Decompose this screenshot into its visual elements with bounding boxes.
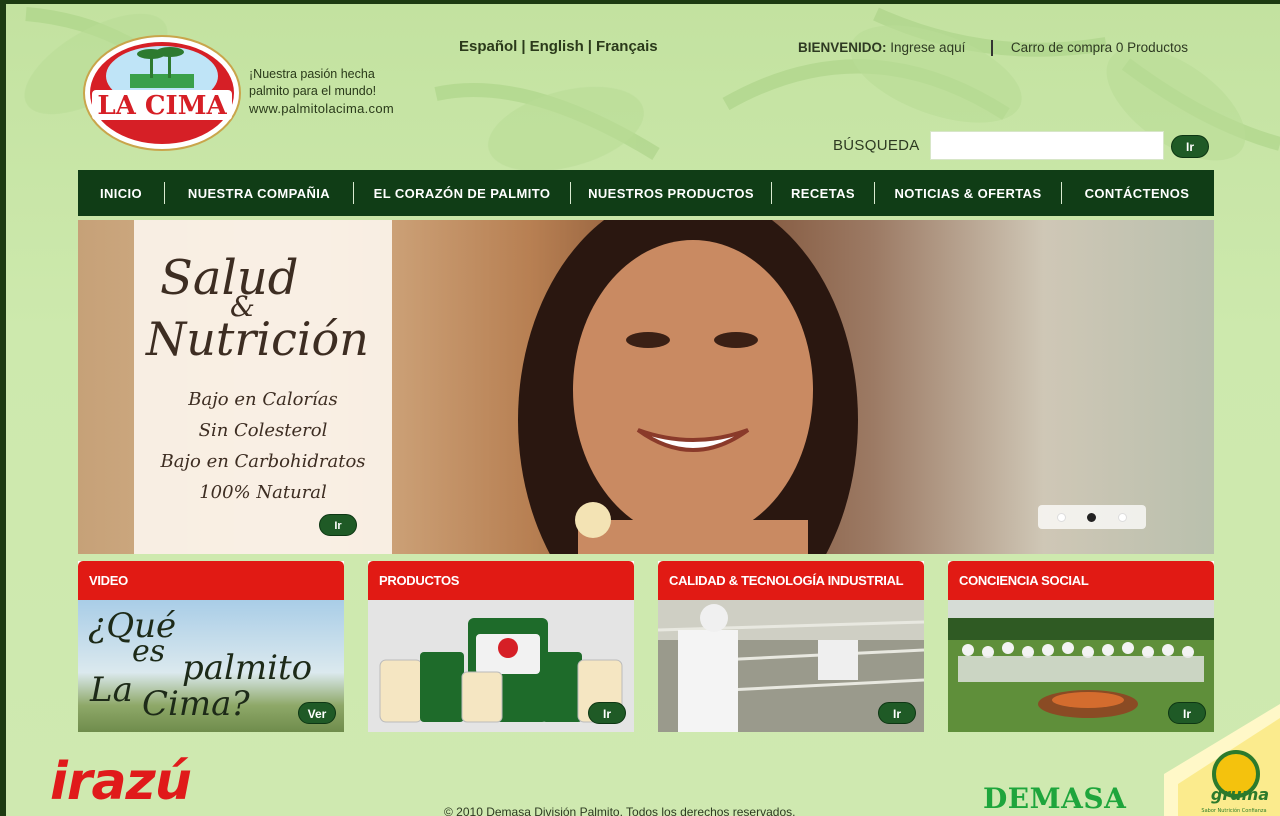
video-text-la: La [90,670,133,710]
gruma-wordmark: gruma [1211,785,1269,804]
card-title: VIDEO [78,561,344,600]
lang-separator: | [587,38,592,55]
calidad-ir-button[interactable]: Ir [878,702,916,724]
tagline: ¡Nuestra pasión hecha palmito para el mu… [249,66,394,117]
demasa-logo[interactable]: DEMASA [983,782,1126,815]
search-input[interactable] [930,131,1164,160]
hero-claim: Sin Colesterol [198,420,328,441]
copyright-text: © 2010 Demasa División Palmito. Todos lo… [444,805,796,816]
lang-english[interactable]: English [530,38,584,55]
card-video: VIDEO ¿Qué es palmito La Cima? Ver [78,561,344,732]
nav-nuestra-compania[interactable]: NUESTRA COMPAÑIA [165,186,353,201]
video-text-es: es [132,634,166,669]
nav-corazon-de-palmito[interactable]: EL CORAZÓN DE PALMITO [354,186,570,201]
video-ver-button[interactable]: Ver [298,702,336,724]
language-switcher: Español | English | Français [459,38,658,55]
card-productos: PRODUCTOS Ir [368,561,634,732]
cart-link[interactable]: Carro de compra 0 Productos [1011,40,1188,55]
search-label: BÚSQUEDA [833,137,920,154]
productos-ir-button[interactable]: Ir [588,702,626,724]
lang-separator: | [521,38,526,55]
video-text-palmito: palmito [182,648,313,688]
gruma-logo[interactable]: gruma Sabor Nutrición Confianza [1164,704,1280,816]
welcome-label: BIENVENIDO: [798,40,887,55]
nav-recetas[interactable]: RECETAS [772,186,874,201]
page: LA CIMA ¡Nuestra pasión hecha palmito pa… [6,4,1280,816]
lang-espanol[interactable]: Español [459,38,517,55]
hero-claim: Bajo en Calorías [188,389,338,410]
nav-inicio[interactable]: INICIO [78,186,164,201]
user-bar: BIENVENIDO: Ingrese aquí Carro de compra… [798,40,1188,57]
hero-claim: 100% Natural [199,482,327,503]
lang-francais[interactable]: Français [596,38,658,55]
site-url: www.palmitolacima.com [249,101,395,116]
nav-nuestros-productos[interactable]: NUESTROS PRODUCTOS [571,186,771,201]
card-calidad-tecnologia: CALIDAD & TECNOLOGÍA INDUSTRIAL Ir [658,561,924,732]
login-link[interactable]: Ingrese aquí [890,40,965,55]
tagline-line-1: ¡Nuestra pasión hecha [249,67,375,81]
hero-ir-button[interactable]: Ir [319,514,357,536]
video-text-cima: Cima? [142,684,250,724]
hero-claims: Bajo en Calorías Sin Colesterol Bajo en … [134,384,392,508]
search-button[interactable]: Ir [1171,135,1209,158]
nav-noticias-ofertas[interactable]: NOTICIAS & OFERTAS [875,186,1061,201]
la-cima-logo[interactable]: LA CIMA [82,34,242,152]
nav-contactenos[interactable]: CONTÁCTENOS [1062,186,1212,201]
logo-text: LA CIMA [97,91,227,121]
slider-dot-2[interactable] [1087,512,1097,522]
main-nav: INICIO NUESTRA COMPAÑIA EL CORAZÓN DE PA… [78,170,1214,216]
hero-banner: Salud & Nutrición Bajo en Calorías Sin C… [78,220,1214,554]
card-title: CALIDAD & TECNOLOGÍA INDUSTRIAL [658,561,924,600]
irazu-logo[interactable]: irazú [50,752,192,812]
slider-pagination [1038,505,1146,529]
hero-title-line-2: Nutrición [146,312,369,366]
gruma-slogan: Sabor Nutrición Confianza [1201,807,1266,814]
card-title: CONCIENCIA SOCIAL [948,561,1214,600]
hero-claim: Bajo en Carbohidratos [160,451,366,472]
card-title: PRODUCTOS [368,561,634,600]
user-bar-divider [991,40,994,57]
slider-dot-3[interactable] [1118,512,1128,522]
hero-woman-photo [518,220,858,554]
slider-dot-1[interactable] [1056,512,1066,522]
tagline-line-2: palmito para el mundo! [249,84,377,98]
